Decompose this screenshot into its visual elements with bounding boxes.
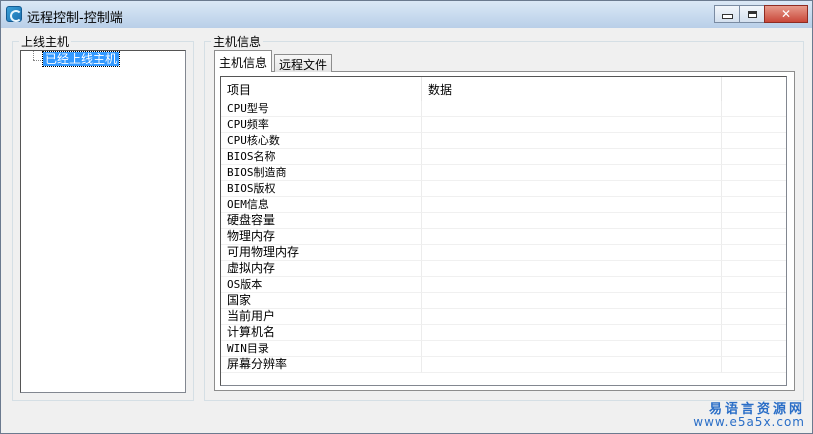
table-body: CPU型号 CPU频率 CPU核心数 BIOS名称 BIOS制造商 BIOS版权 OEM信息…	[221, 101, 786, 373]
table-cell-value	[422, 261, 722, 277]
tab-remote-files[interactable]: 远程文件	[274, 54, 332, 72]
table-cell-blank	[722, 149, 786, 165]
table-row[interactable]: OS版本	[221, 277, 786, 293]
table-cell-item: 计算机名	[221, 325, 422, 341]
tree-connector-branch	[33, 60, 43, 62]
table-cell-blank	[722, 213, 786, 229]
online-hosts-legend: 上线主机	[21, 35, 70, 49]
table-row[interactable]: WIN目录	[221, 341, 786, 357]
column-header-data[interactable]: 数据	[422, 77, 722, 101]
table-header: 项目 数据	[221, 77, 786, 101]
table-row[interactable]: 当前用户	[221, 309, 786, 325]
table-cell-value	[422, 101, 722, 117]
table-row[interactable]: BIOS名称	[221, 149, 786, 165]
host-info-table[interactable]: 项目 数据 CPU型号 CPU频率 CPU核心数 BIOS名称 BIOS制造商 BIOS版…	[220, 76, 787, 386]
table-cell-item: BIOS版权	[221, 181, 422, 197]
table-cell-value	[422, 213, 722, 229]
host-info-legend: 主机信息	[213, 35, 262, 49]
hosts-tree[interactable]: 已经上线主机	[20, 50, 186, 393]
title-bar[interactable]: 远程控制-控制端 ✕	[1, 1, 812, 28]
table-cell-blank	[722, 133, 786, 149]
table-cell-item: CPU核心数	[221, 133, 422, 149]
table-row[interactable]: OEM信息	[221, 197, 786, 213]
table-cell-item: WIN目录	[221, 341, 422, 357]
tree-connector	[33, 51, 35, 60]
table-cell-item: OS版本	[221, 277, 422, 293]
table-cell-item: 虚拟内存	[221, 261, 422, 277]
tab-host-info[interactable]: 主机信息	[214, 50, 272, 72]
table-cell-blank	[722, 341, 786, 357]
table-row[interactable]: BIOS版权	[221, 181, 786, 197]
table-cell-item: BIOS制造商	[221, 165, 422, 181]
close-icon: ✕	[780, 7, 792, 21]
table-cell-blank	[722, 261, 786, 277]
table-cell-value	[422, 341, 722, 357]
table-cell-item: 屏幕分辨率	[221, 357, 422, 373]
table-cell-blank	[722, 293, 786, 309]
table-row[interactable]: 国家	[221, 293, 786, 309]
table-cell-value	[422, 293, 722, 309]
window-title: 远程控制-控制端	[27, 11, 123, 26]
table-row[interactable]: 物理内存	[221, 229, 786, 245]
table-cell-item: CPU型号	[221, 101, 422, 117]
table-cell-item: CPU频率	[221, 117, 422, 133]
table-row[interactable]: 虚拟内存	[221, 261, 786, 277]
table-cell-blank	[722, 229, 786, 245]
table-cell-blank	[722, 165, 786, 181]
table-cell-value	[422, 197, 722, 213]
table-cell-value	[422, 229, 722, 245]
table-row[interactable]: CPU核心数	[221, 133, 786, 149]
table-cell-blank	[722, 277, 786, 293]
table-row[interactable]: BIOS制造商	[221, 165, 786, 181]
table-row[interactable]: 可用物理内存	[221, 245, 786, 261]
table-cell-blank	[722, 181, 786, 197]
table-cell-value	[422, 149, 722, 165]
table-row[interactable]: 硬盘容量	[221, 213, 786, 229]
table-cell-value	[422, 133, 722, 149]
table-cell-value	[422, 277, 722, 293]
table-cell-item: OEM信息	[221, 197, 422, 213]
table-row[interactable]: 计算机名	[221, 325, 786, 341]
table-cell-item: 硬盘容量	[221, 213, 422, 229]
table-cell-value	[422, 325, 722, 341]
minimize-button[interactable]	[714, 5, 740, 23]
close-button[interactable]: ✕	[764, 5, 808, 23]
table-cell-blank	[722, 197, 786, 213]
table-cell-value	[422, 165, 722, 181]
table-cell-item: BIOS名称	[221, 149, 422, 165]
column-header-blank[interactable]	[722, 77, 786, 101]
table-cell-blank	[722, 245, 786, 261]
maximize-icon	[747, 10, 757, 18]
app-logo-icon	[6, 6, 22, 22]
table-cell-blank	[722, 101, 786, 117]
maximize-button[interactable]	[739, 5, 765, 23]
table-cell-blank	[722, 325, 786, 341]
table-cell-blank	[722, 117, 786, 133]
table-cell-value	[422, 309, 722, 325]
table-cell-item: 物理内存	[221, 229, 422, 245]
table-cell-value	[422, 181, 722, 197]
window-controls: ✕	[714, 5, 808, 23]
table-row[interactable]: CPU频率	[221, 117, 786, 133]
table-cell-item: 当前用户	[221, 309, 422, 325]
table-cell-value	[422, 245, 722, 261]
watermark-url: www.e5a5x.com	[693, 415, 805, 429]
table-cell-value	[422, 117, 722, 133]
table-row[interactable]: 屏幕分辨率	[221, 357, 786, 373]
table-cell-blank	[722, 357, 786, 373]
table-row[interactable]: CPU型号	[221, 101, 786, 117]
minimize-icon	[721, 14, 733, 19]
table-cell-item: 可用物理内存	[221, 245, 422, 261]
tree-item-online-hosts[interactable]: 已经上线主机	[41, 51, 121, 67]
column-header-item[interactable]: 项目	[221, 77, 422, 101]
table-cell-blank	[722, 309, 786, 325]
table-cell-item: 国家	[221, 293, 422, 309]
table-cell-value	[422, 357, 722, 373]
